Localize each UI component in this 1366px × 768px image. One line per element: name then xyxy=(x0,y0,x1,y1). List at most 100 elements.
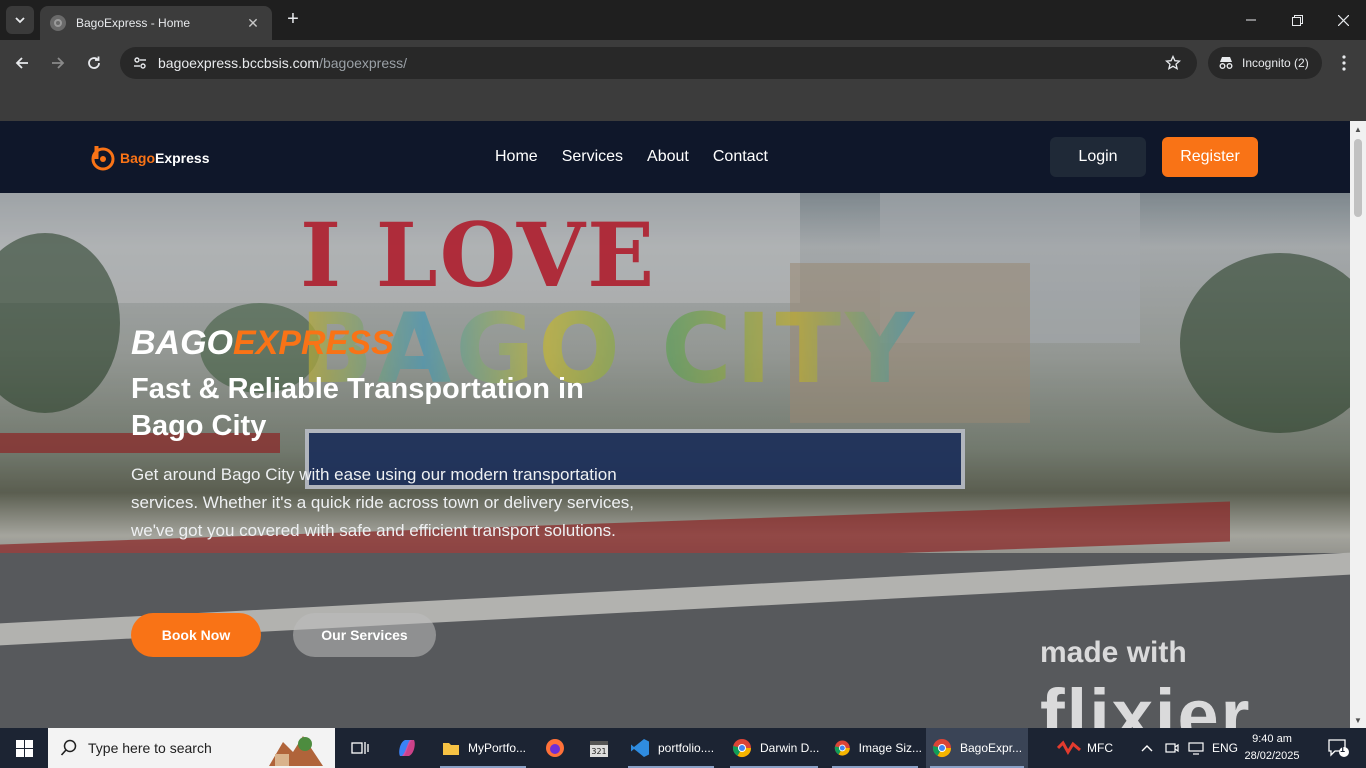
taskbar-app-chrome-darwin[interactable]: Darwin D... xyxy=(726,728,822,768)
url-path: /bagoexpress/ xyxy=(319,55,408,71)
hero-title: Fast & Reliable Transportation in Bago C… xyxy=(131,373,584,442)
chevron-down-icon xyxy=(15,17,25,24)
page-scrollbar[interactable]: ▲ ▼ xyxy=(1350,121,1366,728)
register-button[interactable]: Register xyxy=(1162,137,1258,177)
logo-text-bago: Bago xyxy=(120,150,155,166)
close-tab-icon[interactable]: ✕ xyxy=(244,15,262,32)
taskbar-search[interactable]: Type here to search xyxy=(48,728,335,768)
reload-icon xyxy=(88,56,100,69)
close-icon xyxy=(1337,14,1349,26)
weather-chart-icon xyxy=(1057,740,1081,755)
hero-description: Get around Bago City with ease using our… xyxy=(131,465,635,540)
vscode-icon xyxy=(631,739,649,757)
nav-contact[interactable]: Contact xyxy=(713,145,768,169)
globe-icon xyxy=(50,15,66,31)
reload-button[interactable] xyxy=(82,51,106,75)
taskbar-clock[interactable]: 9:40 am 28/02/2025 xyxy=(1244,731,1300,765)
notification-center-button[interactable]: 1 xyxy=(1318,728,1358,768)
chrome-icon xyxy=(732,739,751,758)
our-services-button[interactable]: Our Services xyxy=(293,613,436,657)
hero-brand-express: EXPRESS xyxy=(233,324,394,362)
site-logo[interactable]: BagoExpress xyxy=(90,145,209,171)
taskbar-app-vscode[interactable]: portfolio.... xyxy=(624,728,718,768)
calendar-app-button[interactable]: 321 xyxy=(582,728,616,768)
url-host: bagoexpress.bccbsis.com xyxy=(158,55,320,71)
hero-section: I LOVE BAGO CITY BAGOEXPRESS Fast & Reli… xyxy=(0,193,1350,728)
hero-content: BAGOEXPRESS Fast & Reliable Transportati… xyxy=(131,325,651,545)
logo-mark-icon xyxy=(91,146,115,171)
tab-search-button[interactable] xyxy=(6,6,34,34)
browser-menu-button[interactable] xyxy=(1332,51,1356,75)
windows-taskbar: Type here to search MyPortfo... 321 port… xyxy=(0,728,1366,768)
taskbar-app-label: MyPortfo... xyxy=(468,741,527,755)
address-bar[interactable]: bagoexpress.bccbsis.com/bagoexpress/ xyxy=(120,47,1197,79)
weather-widget[interactable] xyxy=(1052,728,1086,768)
taskbar-app-myportfolio[interactable]: MyPortfo... xyxy=(436,728,530,768)
hero-brand: BAGOEXPRESS xyxy=(131,325,651,361)
calendar-icon: 321 xyxy=(590,741,608,757)
back-button[interactable] xyxy=(10,51,34,75)
incognito-icon xyxy=(1219,57,1233,69)
search-highlight-icon xyxy=(269,736,323,766)
taskbar-app-label: Darwin D... xyxy=(760,741,820,755)
nav-about[interactable]: About xyxy=(647,145,689,169)
bookmark-button[interactable] xyxy=(1157,47,1189,79)
forward-button[interactable] xyxy=(46,51,70,75)
network-icon xyxy=(1188,741,1204,755)
page-viewport: BagoExpress Home Services About Contact … xyxy=(0,121,1366,728)
language-indicator[interactable]: ENG xyxy=(1212,728,1238,768)
watermark-flixier: flixier xyxy=(1040,674,1252,728)
site-header: BagoExpress Home Services About Contact … xyxy=(0,121,1350,193)
search-icon xyxy=(60,739,77,756)
close-window-button[interactable] xyxy=(1320,0,1366,40)
start-button[interactable] xyxy=(0,728,48,768)
scroll-up-icon[interactable]: ▲ xyxy=(1350,121,1366,137)
meet-now-button[interactable] xyxy=(1162,728,1182,768)
more-vertical-icon xyxy=(1342,55,1346,71)
network-button[interactable] xyxy=(1186,728,1206,768)
taskbar-app-label: portfolio.... xyxy=(658,741,715,755)
task-view-button[interactable] xyxy=(344,728,376,768)
star-icon xyxy=(1165,55,1181,71)
restore-button[interactable] xyxy=(1274,0,1320,40)
incognito-indicator[interactable]: Incognito (2) xyxy=(1208,47,1322,79)
clock-date: 28/02/2025 xyxy=(1244,750,1300,762)
nav-home[interactable]: Home xyxy=(495,145,538,169)
taskbar-app-chrome-bagoexpress[interactable]: BagoExpr... xyxy=(926,728,1028,768)
browser-tab-bar: BagoExpress - Home ✕ + xyxy=(0,0,1366,40)
tab-bagoexpress[interactable]: BagoExpress - Home ✕ xyxy=(40,6,272,40)
bookmarks-bar xyxy=(0,86,1366,121)
copilot-button[interactable] xyxy=(390,728,424,768)
svg-text:321: 321 xyxy=(591,747,606,756)
windows-logo-icon xyxy=(15,739,33,757)
arrow-left-icon xyxy=(15,57,28,69)
url-text: bagoexpress.bccbsis.com/bagoexpress/ xyxy=(158,55,1157,71)
minimize-button[interactable] xyxy=(1228,0,1274,40)
folder-icon xyxy=(443,743,459,755)
show-hidden-icons-button[interactable] xyxy=(1138,728,1156,768)
minimize-icon xyxy=(1246,19,1256,21)
taskbar-app-label: Image Siz... xyxy=(858,741,922,755)
weather-label[interactable]: MFC xyxy=(1087,728,1113,768)
nav-services[interactable]: Services xyxy=(562,145,623,169)
notification-icon xyxy=(1328,739,1349,757)
notification-count: 1 xyxy=(1340,744,1346,754)
scrollbar-thumb[interactable] xyxy=(1354,139,1362,217)
incognito-label: Incognito (2) xyxy=(1242,56,1309,70)
taskbar-app-label: BagoExpr... xyxy=(960,741,1023,755)
firefox-button[interactable] xyxy=(538,728,572,768)
book-now-button[interactable]: Book Now xyxy=(131,613,261,657)
scroll-down-icon[interactable]: ▼ xyxy=(1350,712,1366,728)
chrome-icon xyxy=(834,740,850,756)
login-button[interactable]: Login xyxy=(1050,137,1146,177)
restore-icon xyxy=(1291,14,1303,26)
tab-title: BagoExpress - Home xyxy=(76,16,191,30)
taskbar-app-chrome-image-size[interactable]: Image Siz... xyxy=(828,728,922,768)
main-nav: Home Services About Contact xyxy=(495,145,768,169)
camera-icon xyxy=(1165,743,1179,753)
site-info-button[interactable] xyxy=(124,47,156,79)
task-view-icon xyxy=(351,742,369,754)
logo-text-express: Express xyxy=(155,150,210,166)
logo-text: BagoExpress xyxy=(120,150,209,166)
new-tab-button[interactable]: + xyxy=(282,8,304,30)
